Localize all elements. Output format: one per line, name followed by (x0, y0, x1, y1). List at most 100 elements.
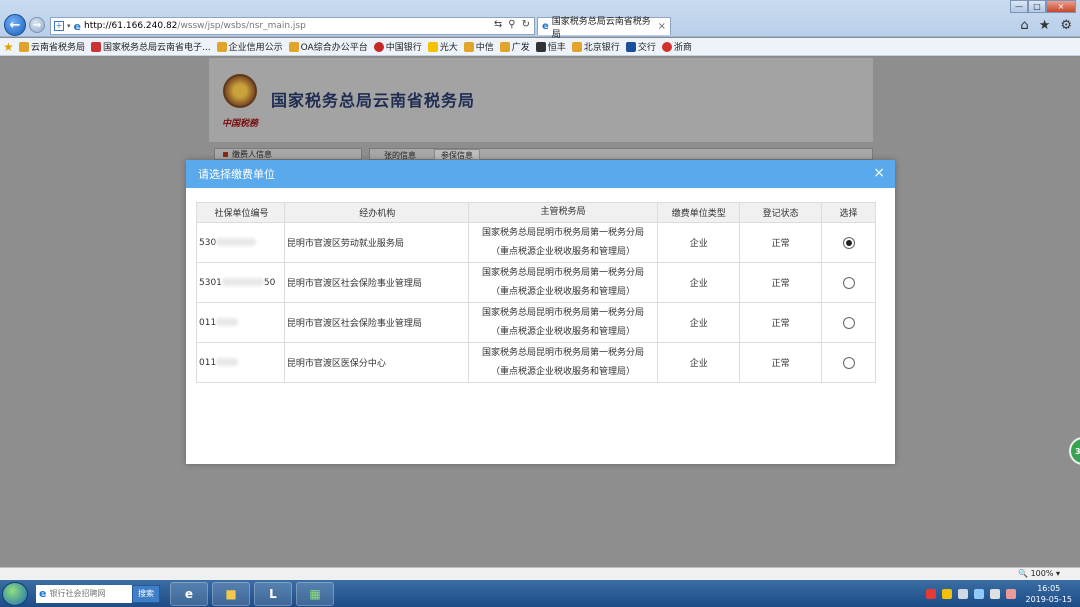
favorite-item[interactable]: OA综合办公平台 (288, 40, 368, 53)
favorites-star-icon[interactable]: ★ (1039, 18, 1051, 33)
start-button[interactable] (2, 581, 28, 606)
unit-code-cell: 011 (196, 342, 285, 383)
minimize-button[interactable]: — (1010, 0, 1028, 13)
favorite-item[interactable]: 交行 (625, 40, 656, 53)
tax-office-line1: 国家税务总局昆明市税务局第一税务分局 (481, 267, 644, 278)
favorite-item[interactable]: 云南省税务局 (19, 40, 85, 53)
maximize-button[interactable]: □ (1028, 0, 1046, 13)
favorite-item[interactable]: 企业信用公示 (216, 40, 283, 53)
status-cell: 正常 (739, 342, 823, 383)
table-row[interactable]: 530 昆明市官渡区劳动就业服务局 国家税务总局昆明市税务局第一税务分局 （重点税… (196, 222, 876, 263)
favorite-label: 中信 (475, 43, 494, 53)
unit-code: 5301 (199, 277, 222, 288)
column-header: 选择 (821, 202, 876, 223)
unit-radio[interactable] (842, 356, 855, 369)
spreadsheet-taskbar-icon[interactable]: ▦ (296, 581, 334, 606)
favorite-icon (499, 41, 510, 52)
bluetooth-icon[interactable] (973, 588, 984, 599)
back-arrow-icon[interactable]: ← (4, 14, 26, 36)
favorite-item[interactable]: 光大 (427, 40, 458, 53)
favorite-label: 光大 (439, 43, 458, 53)
close-icon[interactable]: × (658, 21, 666, 32)
table-row[interactable]: 5301 50 昆明市官渡区社会保险事业管理局 国家税务总局昆明市税务局第一税务分… (196, 262, 876, 303)
tax-office-line2: （重点税源企业税收服务和管理局） (490, 326, 635, 337)
address-bar[interactable]: + ▾ e http://61.166.240.82 /wssw/jsp/wsb… (50, 17, 535, 35)
unit-code: 011 (199, 317, 217, 328)
side-float-badge[interactable]: 37 (1069, 437, 1080, 465)
favorite-icon (571, 41, 582, 52)
tray-icons (925, 588, 1016, 599)
site-title: 国家税务总局云南省税务局 (271, 91, 476, 110)
unit-radio[interactable] (842, 316, 855, 329)
tab-title: 国家税务总局云南省税务局 (551, 16, 651, 40)
compat-view-icon[interactable]: + (54, 21, 64, 31)
clock[interactable]: 16:05 2019-05-15 (1026, 583, 1073, 605)
status-cell: 正常 (739, 302, 823, 343)
unit-radio[interactable] (842, 236, 855, 249)
favorite-label: 浙商 (673, 43, 692, 53)
browser-tools: ⌂ ★ ⚙ (1020, 18, 1072, 33)
volume-icon[interactable] (1005, 588, 1016, 599)
search-button[interactable]: 搜索 (132, 584, 160, 603)
favorite-label: 恒丰 (547, 43, 566, 53)
favorite-label: 国家税务总局云南省电子... (103, 43, 211, 53)
unit-radio[interactable] (842, 276, 855, 289)
tab-insurance-info[interactable]: 参保信息 (434, 149, 480, 160)
ie-taskbar-icon[interactable]: e (170, 581, 208, 606)
favorite-item[interactable]: 国家税务总局云南省电子... (91, 40, 211, 53)
address-path: /wssw/jsp/wsbs/nsr_main.jsp (177, 21, 306, 31)
clock-date: 2019-05-15 (1025, 594, 1073, 604)
table-row[interactable]: 011 昆明市官渡区医保分中心 国家税务总局昆明市税务局第一税务分局 （重点税源企… (196, 342, 876, 383)
redacted-mark (221, 278, 264, 286)
favorite-icon (216, 41, 227, 52)
favorite-label: 企业信用公示 (228, 43, 283, 53)
tab-active[interactable]: e 国家税务总局云南省税务局 × (537, 17, 671, 40)
display-icon[interactable] (989, 588, 1000, 599)
agency-cell: 昆明市官渡区社会保险事业管理局 (283, 262, 469, 303)
zoom-level[interactable]: 🔍 100% ▾ (1018, 569, 1060, 578)
ime-icon[interactable] (925, 588, 936, 599)
forward-arrow-icon[interactable]: → (29, 17, 45, 33)
column-header: 经办机构 (283, 202, 469, 223)
favorite-icon (625, 41, 636, 52)
home-icon[interactable]: ⌂ (1020, 18, 1028, 33)
agency-cell: 昆明市官渡区医保分中心 (283, 342, 469, 383)
unit-code-cell: 011 (196, 302, 285, 343)
unit-table: 社保单位编号 经办机构 主管税务局 缴费单位类型 登记状态 选择 530 昆明市… (196, 202, 876, 383)
gear-icon[interactable]: ⚙ (1060, 18, 1072, 33)
table-row[interactable]: 011 昆明市官渡区社会保险事业管理局 国家税务总局昆明市税务局第一税务分局 （重… (196, 302, 876, 343)
column-header: 社保单位编号 (196, 202, 285, 223)
compat-arrows-icon[interactable]: ⇆ (494, 19, 502, 30)
search-icon[interactable]: ⚲ (508, 19, 515, 30)
network-icon[interactable] (957, 588, 968, 599)
choose-cell (821, 302, 876, 343)
favorite-item[interactable]: 中国银行 (373, 40, 422, 53)
favorite-item[interactable]: 广发 (499, 40, 530, 53)
yellow-app-icon[interactable] (941, 588, 952, 599)
agency-cell: 昆明市官渡区社会保险事业管理局 (283, 302, 469, 343)
favorites-add-icon[interactable]: ★ (3, 40, 19, 54)
close-icon[interactable]: × (873, 165, 885, 181)
taskbar-search-input[interactable]: e 银行社会招聘网 (36, 584, 132, 603)
favorite-item[interactable]: 北京银行 (571, 40, 620, 53)
favorite-label: 广发 (511, 43, 530, 53)
chevron-down-icon[interactable]: ▾ (67, 22, 71, 30)
unit-type-cell: 企业 (657, 342, 741, 383)
unit-code: 530 (199, 237, 217, 248)
dialog-title: 请选择缴费单位 (198, 168, 275, 181)
search-placeholder: 银行社会招聘网 (49, 589, 106, 598)
bullet-icon (223, 152, 228, 157)
folder-taskbar-icon[interactable]: ■ (212, 581, 250, 606)
choose-cell (821, 222, 876, 263)
favorite-item[interactable]: 浙商 (661, 40, 692, 53)
panel-taxpayer-label: 缴费人信息 (232, 150, 272, 159)
refresh-icon[interactable]: ↻ (522, 19, 530, 30)
tax-office-line2: （重点税源企业税收服务和管理局） (490, 286, 635, 297)
favorite-item[interactable]: 中信 (463, 40, 494, 53)
window-close-button[interactable]: × (1046, 0, 1076, 13)
app-taskbar-icon[interactable]: L (254, 581, 292, 606)
favorite-icon (463, 41, 474, 52)
favorite-icon (373, 41, 384, 52)
tax-office-line1: 国家税务总局昆明市税务局第一税务分局 (481, 307, 644, 318)
favorite-item[interactable]: 恒丰 (535, 40, 566, 53)
